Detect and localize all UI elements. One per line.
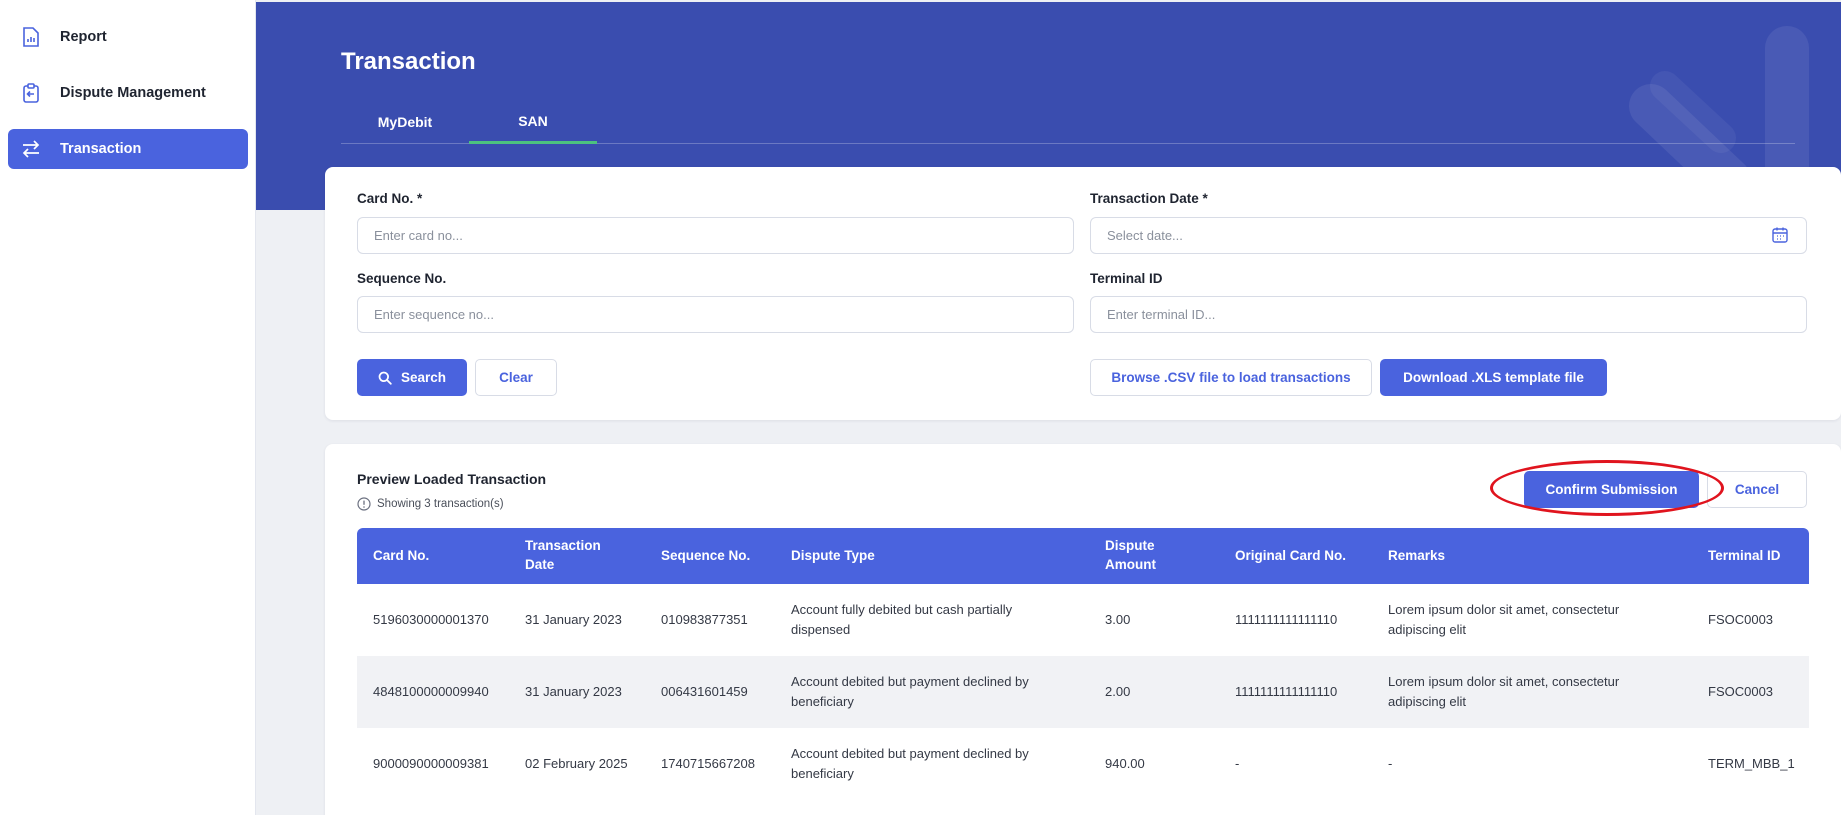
transaction-date-input[interactable] [1090, 217, 1807, 254]
table-row[interactable]: 9000090000009381 02 February 2025 174071… [357, 728, 1809, 800]
column-header: Dispute Type [791, 547, 875, 563]
info-icon [357, 497, 371, 511]
cell-original-card-no: - [1235, 755, 1240, 771]
clipboard-icon [20, 82, 42, 104]
terminal-id-label: Terminal ID [1090, 271, 1163, 286]
cell-card-no: 4848100000009940 [373, 683, 489, 699]
sidebar: Report Dispute Management Transaction [0, 0, 256, 815]
search-icon [378, 371, 392, 385]
search-form-card: Card No. * Transaction Date * Sequence N… [325, 167, 1841, 420]
cell-transaction-date: 31 January 2023 [525, 683, 622, 699]
page-title: Transaction [341, 48, 476, 75]
column-header: Remarks [1388, 547, 1446, 563]
transaction-count: Showing 3 transaction(s) [357, 497, 504, 511]
confirm-submission-button[interactable]: Confirm Submission [1524, 471, 1699, 508]
browse-csv-button[interactable]: Browse .CSV file to load transactions [1090, 359, 1372, 396]
column-header: Terminal ID [1708, 547, 1781, 563]
transfer-arrows-icon [20, 138, 42, 160]
table-header: Card No. Transaction Date Sequence No. D… [357, 528, 1809, 584]
cell-original-card-no: 1111111111111110 [1235, 611, 1338, 627]
sequence-no-label: Sequence No. [357, 271, 447, 286]
cell-dispute-amount: 3.00 [1105, 611, 1131, 627]
cell-sequence-no: 010983877351 [661, 611, 748, 627]
card-no-label: Card No. * [357, 191, 423, 206]
terminal-id-input[interactable] [1090, 296, 1807, 333]
cell-sequence-no: 1740715667208 [661, 755, 755, 771]
column-header: Transaction Date [525, 538, 601, 572]
sequence-no-input[interactable] [357, 296, 1074, 333]
download-xls-template-button[interactable]: Download .XLS template file [1380, 359, 1607, 396]
cell-remarks: - [1388, 755, 1393, 771]
preview-card: Preview Loaded Transaction Showing 3 tra… [325, 444, 1841, 815]
sidebar-item-transaction[interactable]: Transaction [8, 129, 248, 169]
cell-dispute-type: Account fully debited but cash partially… [791, 601, 1013, 637]
tab-bar: MyDebit SAN [341, 100, 1795, 144]
cell-sequence-no: 006431601459 [661, 683, 748, 699]
sidebar-item-label: Dispute Management [60, 85, 206, 101]
calendar-icon[interactable] [1771, 226, 1789, 244]
column-header: Card No. [373, 547, 430, 563]
sidebar-item-dispute-management[interactable]: Dispute Management [8, 73, 248, 113]
search-button-label: Search [400, 370, 447, 385]
tab-san[interactable]: SAN [469, 100, 597, 144]
cell-terminal-id: FSOC0003 [1708, 611, 1774, 627]
cell-dispute-amount: 940.00 [1105, 755, 1145, 771]
cell-transaction-date: 31 January 2023 [525, 611, 622, 627]
sidebar-item-label: Transaction [60, 141, 142, 157]
column-header: Original Card No. [1235, 547, 1347, 563]
cell-dispute-amount: 2.00 [1105, 683, 1131, 699]
cell-remarks: Lorem ipsum dolor sit amet, consectetur … [1388, 601, 1620, 637]
report-icon [20, 26, 42, 48]
search-button[interactable]: Search [357, 359, 467, 396]
cell-remarks: Lorem ipsum dolor sit amet, consectetur … [1388, 673, 1620, 709]
cell-card-no: 9000090000009381 [373, 755, 489, 771]
cell-transaction-date: 02 February 2025 [525, 755, 628, 771]
cell-original-card-no: 1111111111111110 [1235, 683, 1338, 699]
transaction-date-label: Transaction Date * [1090, 191, 1208, 206]
cell-dispute-type: Account debited but payment declined by … [791, 745, 1029, 781]
cell-card-no: 5196030000001370 [373, 611, 489, 627]
column-header: Sequence No. [661, 547, 751, 563]
cell-terminal-id: TERM_MBB_1 [1708, 755, 1795, 771]
card-no-input[interactable] [357, 217, 1074, 254]
clear-button[interactable]: Clear [475, 359, 557, 396]
sidebar-item-label: Report [60, 29, 107, 45]
sidebar-item-report[interactable]: Report [8, 17, 248, 57]
preview-table: Card No. Transaction Date Sequence No. D… [357, 528, 1809, 800]
table-row[interactable]: 5196030000001370 31 January 2023 0109838… [357, 584, 1809, 656]
table-row[interactable]: 4848100000009940 31 January 2023 0064316… [357, 656, 1809, 728]
column-header: Dispute Amount [1105, 538, 1156, 572]
cell-dispute-type: Account debited but payment declined by … [791, 673, 1029, 709]
cancel-button[interactable]: Cancel [1707, 471, 1807, 508]
tab-mydebit[interactable]: MyDebit [341, 100, 469, 144]
transaction-count-text: Showing 3 transaction(s) [377, 498, 504, 510]
cell-terminal-id: FSOC0003 [1708, 683, 1774, 699]
preview-title: Preview Loaded Transaction [357, 471, 547, 487]
